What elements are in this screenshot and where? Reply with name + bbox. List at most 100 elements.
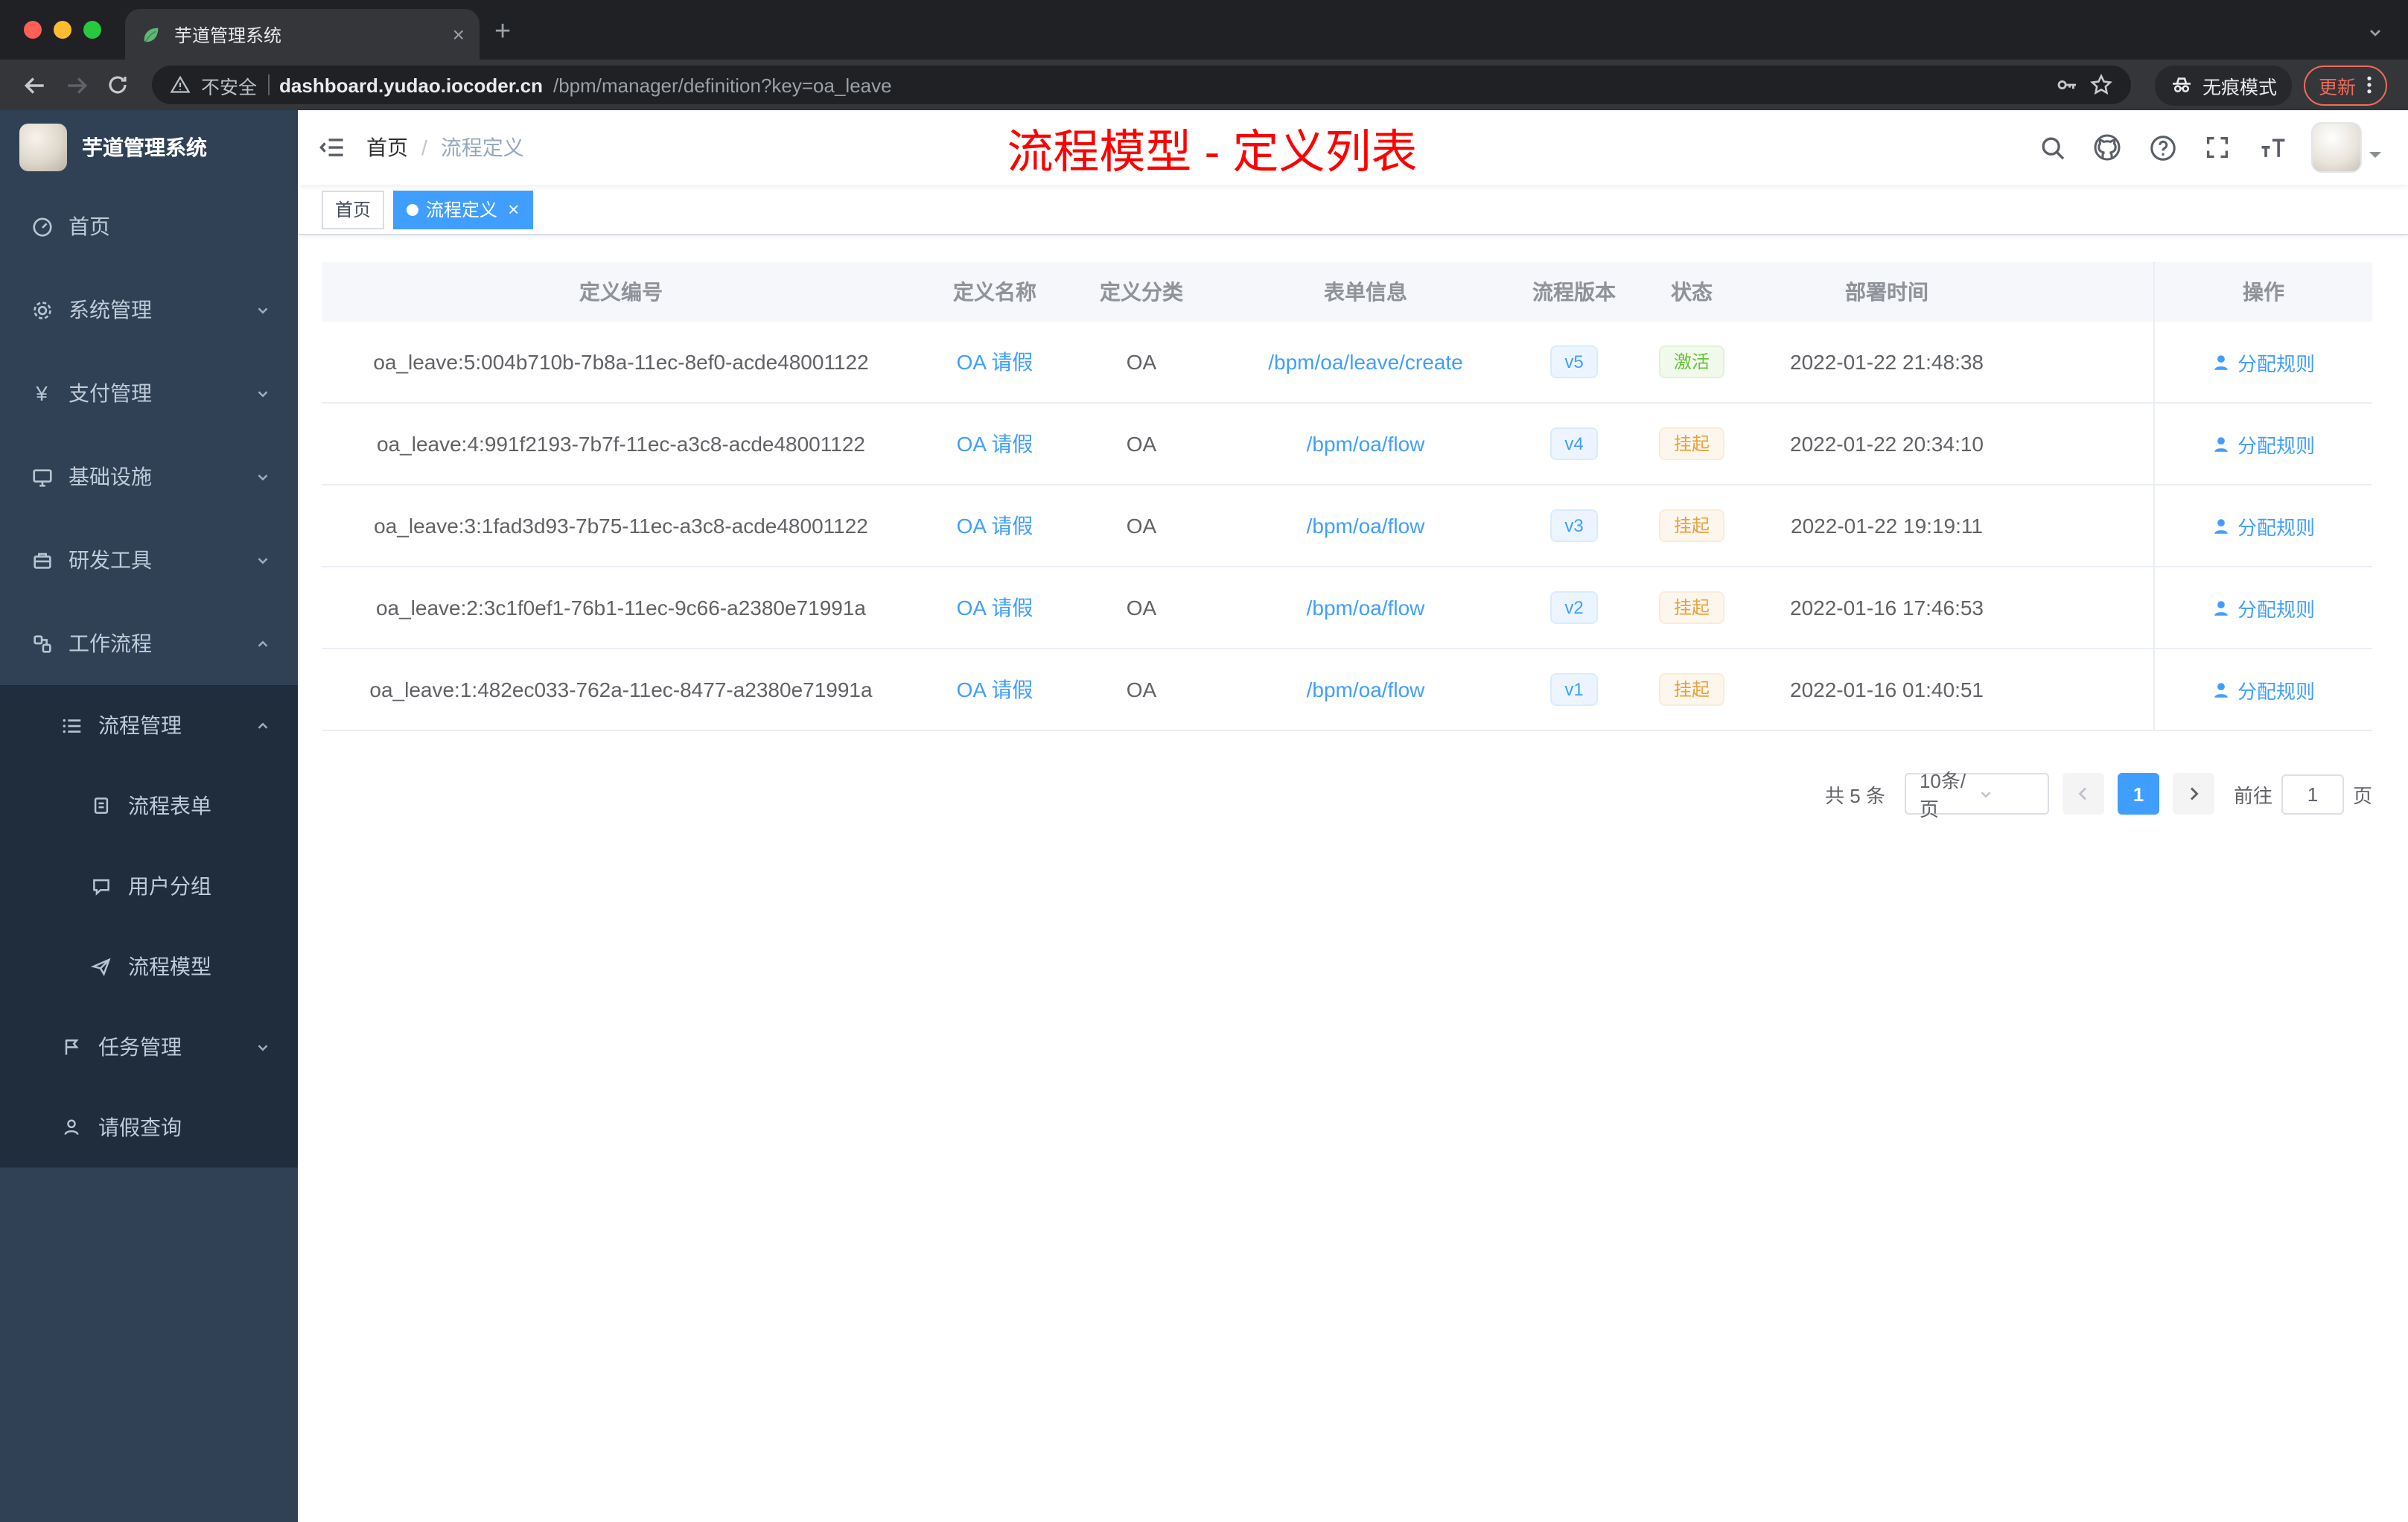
sidebar-item-label: 研发工具 [69, 548, 152, 572]
sidebar-item-label: 基础设施 [69, 465, 152, 488]
site-favicon-icon [144, 27, 159, 42]
sidebar-item-dev-tools[interactable]: 研发工具 [0, 518, 298, 602]
form-link[interactable]: /bpm/oa/flow [1307, 596, 1425, 620]
main-area: 首页 / 流程定义 流程模型 - 定义列表 首页 流程定义 × 定义编号 定义名… [298, 110, 2408, 1522]
forward-icon[interactable] [57, 66, 95, 104]
breadcrumb-home[interactable]: 首页 [366, 133, 408, 162]
browser-update-button[interactable]: 更新 [2303, 65, 2387, 105]
sidebar-item-user-group[interactable]: 用户分组 [0, 846, 298, 926]
sidebar-item-payment[interactable]: ¥ 支付管理 [0, 351, 298, 435]
active-dot [407, 203, 419, 215]
sidebar-item-process-form[interactable]: 流程表单 [0, 765, 298, 846]
tab-search-chevron-icon[interactable] [2366, 24, 2384, 42]
window-minimize-button[interactable] [54, 21, 71, 39]
sidebar-item-label: 系统管理 [69, 298, 152, 322]
version-tag: v2 [1549, 591, 1599, 624]
prev-page-button[interactable] [2062, 773, 2104, 815]
top-navbar: 首页 / 流程定义 流程模型 - 定义列表 [298, 110, 2408, 185]
window-close-button[interactable] [24, 21, 42, 39]
github-icon[interactable] [2091, 131, 2124, 164]
definition-id: oa_leave:3:1fad3d93-7b75-11ec-a3c8-acde4… [374, 514, 868, 538]
assign-rule-button[interactable]: 分配规则 [2212, 348, 2315, 376]
user-menu[interactable] [2311, 122, 2381, 173]
help-icon[interactable] [2146, 131, 2179, 164]
definition-name-link[interactable]: OA 请假 [957, 675, 1033, 704]
definition-category: OA [1126, 514, 1157, 538]
yen-icon: ¥ [36, 381, 48, 405]
assign-rule-button[interactable]: 分配规则 [2212, 512, 2315, 540]
assign-rule-button[interactable]: 分配规则 [2212, 430, 2315, 458]
assign-rule-button[interactable]: 分配规则 [2212, 593, 2315, 622]
tag-label: 首页 [335, 200, 372, 220]
status-badge: 挂起 [1658, 591, 1724, 624]
new-tab-button[interactable]: + [494, 18, 511, 46]
search-icon[interactable] [2036, 131, 2068, 164]
definition-name-link[interactable]: OA 请假 [957, 429, 1033, 459]
flag-icon [60, 1035, 83, 1059]
warning-triangle-icon[interactable] [170, 74, 191, 95]
user-icon [2215, 600, 2229, 615]
definition-name-link[interactable]: OA 请假 [957, 511, 1033, 541]
fullscreen-icon[interactable] [2201, 131, 2234, 164]
tab-close-icon[interactable]: × [453, 24, 465, 45]
status-badge: 挂起 [1658, 427, 1724, 460]
sidebar: 芋道管理系统 首页 系统管理 ¥ 支付管理 基础设施 研发工具 工作流程 流程管… [0, 110, 298, 1522]
table-row: oa_leave:3:1fad3d93-7b75-11ec-a3c8-acde4… [322, 485, 2372, 567]
reload-icon[interactable] [98, 66, 137, 104]
column-header: 表单信息 [1324, 280, 1407, 304]
column-header: 操作 [2153, 262, 2372, 322]
update-label[interactable]: 更新 [2319, 71, 2356, 99]
goto-page-input[interactable] [2281, 774, 2344, 814]
back-icon[interactable] [15, 66, 54, 104]
version-tag: v4 [1549, 427, 1599, 460]
password-key-icon[interactable] [2055, 73, 2079, 97]
document-icon [89, 794, 113, 818]
table-row: oa_leave:5:004b710b-7b8a-11ec-8ef0-acde4… [322, 322, 2372, 404]
avatar[interactable] [2311, 122, 2362, 173]
sidebar-item-process-model[interactable]: 流程模型 [0, 926, 298, 1007]
sidebar-item-system[interactable]: 系统管理 [0, 268, 298, 351]
page-size-value: 10条/页 [1919, 770, 1966, 821]
definition-name-link[interactable]: OA 请假 [957, 347, 1033, 377]
tags-view-bar: 首页 流程定义 × [298, 185, 2408, 235]
pagination: 共 5 条 10条/页 1 前往 1 页 [322, 770, 2372, 821]
sidebar-item-workflow[interactable]: 工作流程 [0, 602, 298, 685]
sidebar-item-infrastructure[interactable]: 基础设施 [0, 435, 298, 518]
window-zoom-button[interactable] [83, 21, 101, 39]
form-link[interactable]: /bpm/oa/flow [1307, 678, 1425, 701]
sidebar-collapse-icon[interactable] [319, 134, 345, 161]
page-content: 定义编号 定义名称 定义分类 表单信息 流程版本 状态 部署时间 操作 oa_l… [298, 235, 2408, 1522]
sidebar-item-home[interactable]: 首页 [0, 185, 298, 268]
page-number-button[interactable]: 1 [2117, 773, 2159, 815]
sidebar-item-task-management[interactable]: 任务管理 [0, 1007, 298, 1087]
sidebar-item-label: 支付管理 [69, 381, 152, 405]
monitor-icon [30, 465, 54, 488]
column-header: 流程版本 [1532, 280, 1616, 304]
sidebar-logo: 芋道管理系统 [0, 110, 298, 185]
form-link[interactable]: /bpm/oa/flow [1307, 514, 1425, 538]
page-annotation: 流程模型 - 定义列表 [1007, 126, 1418, 178]
browser-menu-icon[interactable] [2366, 74, 2372, 95]
next-page-button[interactable] [2172, 773, 2214, 815]
address-bar[interactable]: 不安全 dashboard.yudao.iocoder.cn /bpm/mana… [152, 66, 2131, 104]
pagination-total: 共 5 条 [1825, 784, 1885, 806]
tag-process-definition[interactable]: 流程定义 × [393, 190, 533, 229]
page-size-select[interactable]: 10条/页 [1904, 770, 2049, 821]
browser-tab[interactable]: 芋道管理系统 × [125, 9, 480, 60]
form-link[interactable]: /bpm/oa/leave/create [1268, 350, 1463, 374]
security-label[interactable]: 不安全 [201, 71, 257, 99]
window-controls [24, 21, 101, 39]
sidebar-item-process-management[interactable]: 流程管理 [0, 685, 298, 765]
sidebar-item-label: 任务管理 [98, 1035, 182, 1059]
assign-rule-button[interactable]: 分配规则 [2212, 675, 2315, 704]
tag-close-icon[interactable]: × [508, 200, 519, 219]
font-size-icon[interactable] [2256, 131, 2289, 164]
sidebar-item-leave-query[interactable]: 请假查询 [0, 1087, 298, 1168]
definition-name-link[interactable]: OA 请假 [957, 593, 1033, 623]
sidebar-item-label: 请假查询 [98, 1115, 182, 1139]
form-link[interactable]: /bpm/oa/flow [1307, 432, 1425, 456]
tag-home[interactable]: 首页 [322, 190, 385, 229]
status-badge: 挂起 [1658, 509, 1724, 542]
tab-title: 芋道管理系统 [174, 25, 282, 45]
bookmark-star-icon[interactable] [2089, 73, 2113, 97]
